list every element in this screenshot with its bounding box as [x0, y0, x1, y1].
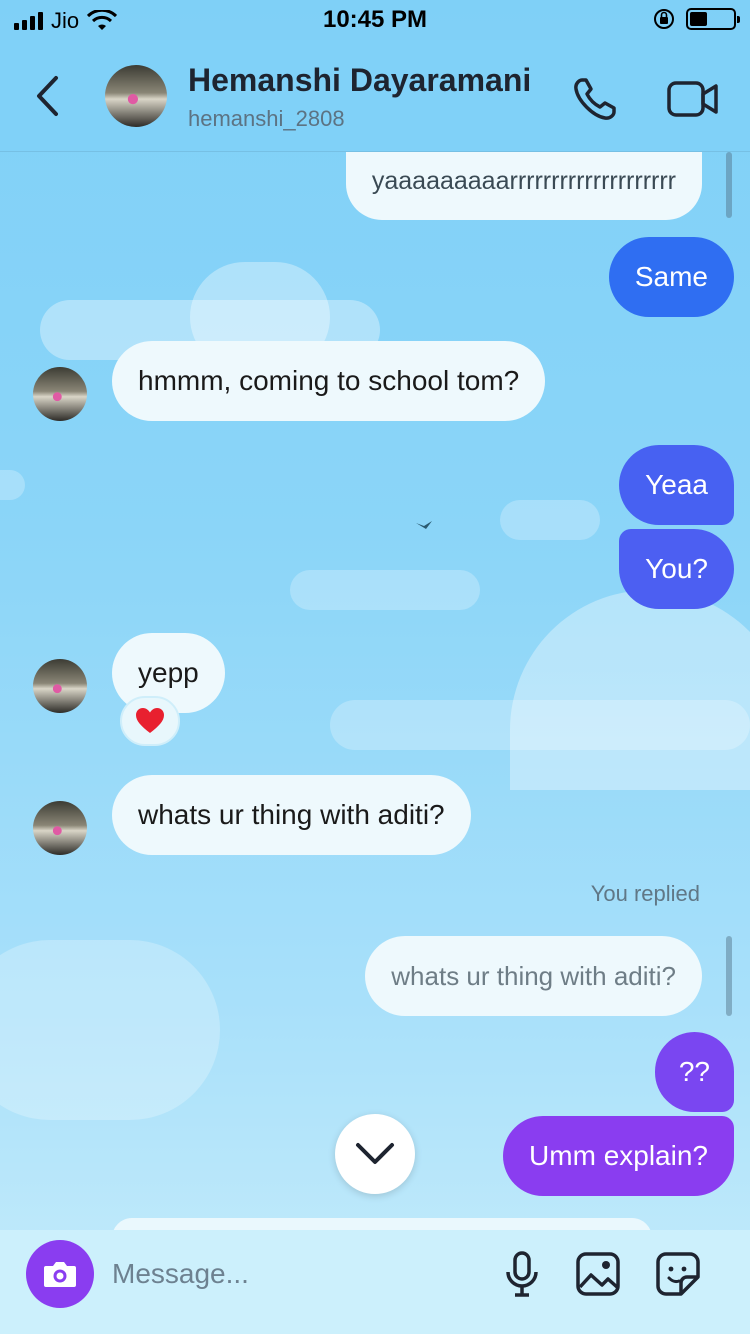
chat-header: Hemanshi Dayaramani hemanshi_2808	[0, 40, 750, 152]
message-text: hmmm, coming to school tom?	[138, 365, 520, 396]
message-bubble-outgoing[interactable]: yaaaaaaaaarrrrrrrrrrrrrrrrrrrr	[345, 152, 702, 220]
profile-avatar[interactable]	[105, 65, 167, 127]
video-call-button[interactable]	[666, 76, 720, 122]
message-bubble-outgoing[interactable]: Same	[608, 237, 734, 317]
chevron-left-icon	[37, 76, 58, 116]
message-bubble-outgoing[interactable]: ??	[654, 1032, 734, 1112]
message-bubble-outgoing[interactable]: You?	[619, 529, 734, 609]
phone-icon	[574, 78, 616, 120]
message-bubble-incoming[interactable]: hmmm, coming to school tom?	[112, 341, 546, 421]
sender-avatar[interactable]	[33, 801, 87, 855]
image-icon	[576, 1252, 620, 1296]
scrollbar[interactable]	[726, 152, 732, 218]
status-bar: Jio 10:45 PM	[0, 0, 750, 40]
message-bubble-outgoing[interactable]: Umm explain?	[503, 1116, 734, 1196]
video-camera-icon	[667, 81, 718, 117]
voice-message-button[interactable]	[496, 1248, 548, 1300]
message-bubble-partial	[112, 1218, 652, 1230]
camera-button[interactable]	[26, 1240, 94, 1308]
bird-icon	[416, 521, 432, 529]
microphone-icon	[506, 1251, 538, 1297]
clock: 10:45 PM	[322, 6, 428, 33]
chevron-down-icon	[356, 1143, 394, 1164]
you-replied-label: You replied	[590, 881, 700, 906]
message-bubble-incoming[interactable]: whats ur thing with aditi?	[112, 775, 471, 855]
reply-indicator-bar	[726, 936, 732, 1016]
battery-icon	[686, 8, 740, 30]
message-text: yepp	[138, 657, 199, 688]
scroll-to-bottom-button[interactable]	[335, 1114, 415, 1194]
heart-icon	[136, 708, 164, 733]
message-input[interactable]	[112, 1250, 472, 1298]
camera-icon	[44, 1262, 76, 1287]
back-button[interactable]	[28, 72, 68, 120]
message-text: Yeaa	[645, 469, 708, 500]
gallery-button[interactable]	[572, 1248, 624, 1300]
replied-message-quote[interactable]: whats ur thing with aditi?	[365, 936, 702, 1016]
contact-username[interactable]: hemanshi_2808	[188, 106, 345, 132]
voice-call-button[interactable]	[570, 74, 620, 124]
message-text: ??	[678, 1056, 710, 1087]
sticker-button[interactable]	[652, 1248, 704, 1300]
message-text: Same	[634, 261, 708, 292]
contact-name[interactable]: Hemanshi Dayaramani	[188, 62, 531, 99]
quoted-text: whats ur thing with aditi?	[391, 960, 676, 991]
heart-reaction[interactable]	[120, 696, 180, 746]
sender-avatar[interactable]	[33, 659, 87, 713]
sticker-icon	[656, 1252, 700, 1296]
sender-avatar[interactable]	[33, 367, 87, 421]
message-text: Umm explain?	[529, 1140, 708, 1171]
message-text: You?	[645, 553, 708, 584]
message-composer	[0, 1230, 750, 1334]
message-list[interactable]: yaaaaaaaaarrrrrrrrrrrrrrrrrrrr Same hmmm…	[0, 152, 750, 1230]
message-text: whats ur thing with aditi?	[138, 799, 445, 830]
message-text: yaaaaaaaaarrrrrrrrrrrrrrrrrrrr	[371, 167, 676, 195]
orientation-lock-icon	[654, 9, 674, 29]
message-bubble-outgoing[interactable]: Yeaa	[619, 445, 734, 525]
